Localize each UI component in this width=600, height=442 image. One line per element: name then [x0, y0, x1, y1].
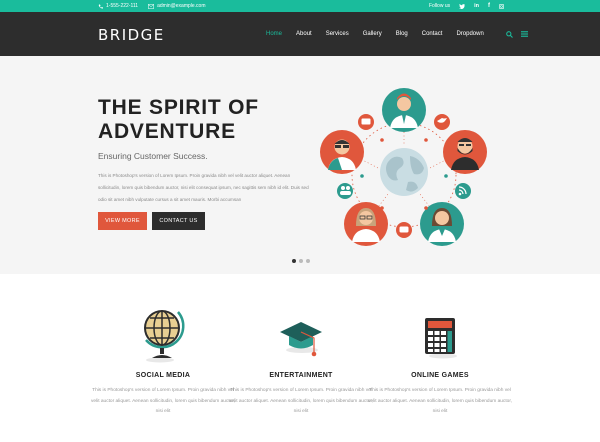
twitter-icon[interactable] [459, 3, 466, 9]
rss-icon [455, 183, 471, 199]
menu-icon[interactable] [520, 31, 528, 37]
main-nav: Home About Services Gallery Blog Contact… [266, 12, 528, 56]
linkedin-icon[interactable]: in [474, 3, 479, 9]
main-header: BRIDGE Home About Services Gallery Blog … [0, 12, 600, 56]
facebook-icon[interactable]: f [488, 3, 490, 9]
hero-section: THE SPIRIT OF ADVENTURE Ensuring Custome… [0, 56, 600, 274]
slider-dot-1[interactable] [292, 259, 296, 263]
view-more-button[interactable]: VIEW MORE [98, 212, 147, 230]
slider-dot-2[interactable] [299, 259, 303, 263]
nav-contact[interactable]: Contact [422, 31, 443, 37]
nav-blog[interactable]: Blog [396, 31, 408, 37]
feature-title: SOCIAL MEDIA [135, 372, 191, 379]
twitter-badge-icon [434, 114, 450, 130]
hero-subtitle: Ensuring Customer Success. [98, 151, 208, 161]
avatar-man-left [320, 130, 364, 174]
nav-services[interactable]: Services [326, 31, 349, 37]
follow-us-label: Follow us [428, 3, 451, 9]
chat-icon [358, 114, 374, 130]
feature-text: This is Photoshop's version of Lorem Ips… [368, 388, 512, 414]
nav-home[interactable]: Home [266, 31, 282, 37]
network-illustration [320, 88, 487, 246]
email-contact[interactable]: admin@example.com [148, 3, 206, 9]
avatar-man-right [443, 130, 487, 174]
hero-title: THE SPIRIT OF ADVENTURE [98, 96, 259, 143]
globe-icon [380, 148, 428, 196]
phone-number: 1-555-222-111 [106, 3, 139, 9]
instagram-icon[interactable] [499, 3, 504, 9]
nav-dropdown[interactable]: Dropdown [456, 31, 483, 37]
nav-about[interactable]: About [296, 31, 312, 37]
site-logo[interactable]: BRIDGE [98, 26, 165, 44]
phone-contact[interactable]: 1-555-222-111 [98, 3, 138, 9]
avatar-man-top [382, 88, 426, 132]
search-icon[interactable] [505, 30, 513, 38]
feature-text: This is Photoshop's version of Lorem Ips… [91, 388, 235, 414]
graduation-cap-icon [280, 322, 322, 357]
nav-gallery[interactable]: Gallery [363, 31, 382, 37]
slider-dot-3[interactable] [306, 259, 310, 263]
contact-us-button[interactable]: CONTACT US [152, 212, 205, 230]
envelope-icon [148, 3, 155, 9]
top-bar: 1-555-222-111 admin@example.com Follow u… [0, 0, 600, 12]
calculator-icon [425, 318, 457, 359]
feature-title: ENTERTAINMENT [269, 372, 333, 379]
slider-pagination [292, 259, 310, 263]
message-icon [396, 222, 412, 238]
feature-text: This is Photoshop's version of Lorem Ips… [229, 388, 373, 414]
email-address: admin@example.com [157, 3, 206, 9]
phone-icon [98, 4, 103, 9]
users-icon [337, 183, 353, 199]
desk-globe-icon [144, 310, 185, 363]
hero-description: This is Photoshop's version of Lorem Ips… [98, 173, 309, 202]
features-section: SOCIAL MEDIA This is Photoshop's version… [0, 274, 600, 442]
feature-title: ONLINE GAMES [411, 372, 469, 379]
